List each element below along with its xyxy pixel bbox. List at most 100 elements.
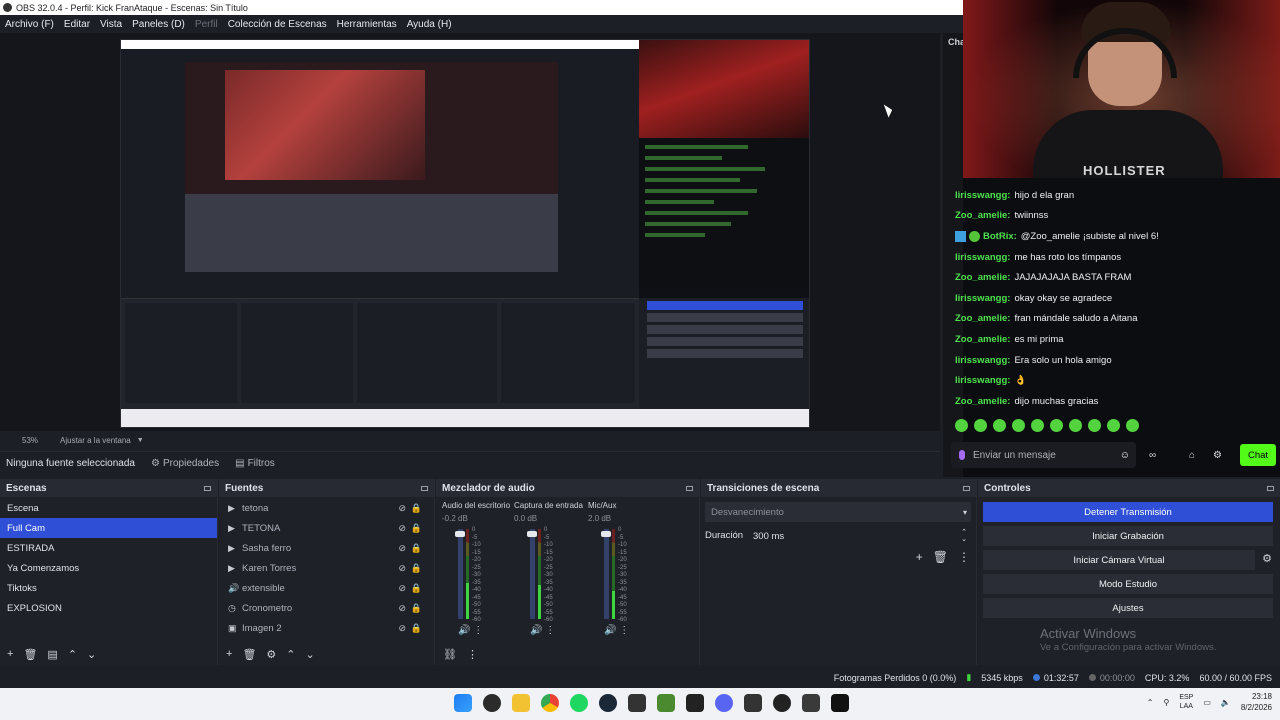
- emote-icon[interactable]: [1107, 419, 1120, 432]
- visibility-hidden-icon[interactable]: ⊘: [398, 503, 406, 514]
- lock-icon[interactable]: 🔒: [411, 543, 422, 554]
- menu-item[interactable]: Archivo (F): [0, 19, 59, 30]
- store-icon[interactable]: ⌂: [1189, 450, 1195, 461]
- spin-arrows-icon[interactable]: ⌃ ⌄: [961, 529, 967, 543]
- emote-icon[interactable]: [1012, 419, 1025, 432]
- menu-item[interactable]: Paneles (D): [127, 19, 190, 30]
- speaker-icon[interactable]: 🔊: [604, 625, 616, 636]
- emote-icon[interactable]: [993, 419, 1006, 432]
- settings-icon[interactable]: ⚙: [1213, 450, 1222, 461]
- epic-games-icon[interactable]: [686, 694, 704, 712]
- undock-icon[interactable]: [1267, 485, 1274, 491]
- chat-username[interactable]: lirisswangg:: [955, 355, 1010, 366]
- source-item[interactable]: ▶ tetona ⊘ 🔒: [219, 498, 434, 518]
- speaker-icon[interactable]: 🔊: [530, 625, 542, 636]
- chevron-down-icon[interactable]: ▼: [137, 437, 144, 444]
- more-icon[interactable]: ⋮: [542, 625, 555, 636]
- control-button[interactable]: Detener Transmisión: [983, 502, 1273, 522]
- control-button[interactable]: Modo Estudio: [983, 574, 1273, 594]
- emote-icon[interactable]: [1031, 419, 1044, 432]
- lock-icon[interactable]: 🔒: [411, 563, 422, 574]
- emote-icon[interactable]: [1069, 419, 1082, 432]
- source-item[interactable]: ▣ Imagen 2 ⊘ 🔒: [219, 618, 434, 638]
- down-icon[interactable]: ⌄: [87, 648, 96, 661]
- add-icon[interactable]: +: [916, 550, 923, 564]
- obs-icon[interactable]: [773, 694, 791, 712]
- filter-icon[interactable]: ▤: [47, 648, 57, 661]
- more-icon[interactable]: ⋮: [958, 550, 970, 564]
- add-icon[interactable]: +: [226, 648, 232, 660]
- undock-icon[interactable]: [963, 485, 970, 491]
- file-explorer-icon[interactable]: [512, 694, 530, 712]
- undock-icon[interactable]: [204, 485, 211, 491]
- volume-knob[interactable]: [601, 531, 611, 537]
- visibility-hidden-icon[interactable]: ⊘: [398, 543, 406, 554]
- undock-icon[interactable]: [421, 485, 428, 491]
- chat-username[interactable]: lirisswangg:: [955, 293, 1010, 304]
- properties-button[interactable]: ⚙ Propiedades: [143, 453, 227, 475]
- discord-icon[interactable]: [715, 694, 733, 712]
- lock-icon[interactable]: 🔒: [411, 523, 422, 534]
- trash-icon[interactable]: 🗑: [23, 648, 37, 661]
- clock[interactable]: 23:18 8/2/2026: [1241, 691, 1272, 713]
- language-indicator[interactable]: ESP LAA: [1179, 693, 1193, 711]
- scene-item[interactable]: Ya Comenzamos: [0, 558, 217, 578]
- chrome-icon[interactable]: [541, 694, 559, 712]
- emote-icon[interactable]: [1088, 419, 1101, 432]
- scene-item[interactable]: Tiktoks: [0, 578, 217, 598]
- chat-username[interactable]: Zoo_amelie:: [955, 272, 1010, 283]
- gear-icon[interactable]: ⚙: [1262, 552, 1272, 565]
- lock-icon[interactable]: 🔒: [411, 503, 422, 514]
- more-icon[interactable]: ⋮: [467, 648, 478, 661]
- windows-start-icon[interactable]: [454, 694, 472, 712]
- visibility-hidden-icon[interactable]: ⊘: [398, 523, 406, 534]
- transition-select[interactable]: Desvanecimiento ▾: [705, 502, 971, 522]
- source-item[interactable]: ▶ Karen Torres ⊘ 🔒: [219, 558, 434, 578]
- menu-item[interactable]: Herramientas: [332, 19, 402, 30]
- capcut-icon[interactable]: [831, 694, 849, 712]
- scene-item[interactable]: Escena: [0, 498, 217, 518]
- menu-item[interactable]: Vista: [95, 19, 127, 30]
- menu-item[interactable]: Colección de Escenas: [223, 19, 332, 30]
- preview-canvas[interactable]: [120, 39, 810, 428]
- chat-username[interactable]: Zoo_amelie:: [955, 210, 1010, 221]
- chat-username[interactable]: BotRix:: [983, 231, 1017, 242]
- menu-item[interactable]: Editar: [59, 19, 95, 30]
- scene-item[interactable]: ESTIRADA: [0, 538, 217, 558]
- spotify-icon[interactable]: [570, 694, 588, 712]
- emoji-icon[interactable]: ☺: [1120, 450, 1130, 461]
- chat-username[interactable]: lirisswangg:: [955, 252, 1010, 263]
- chat-username[interactable]: Zoo_amelie:: [955, 313, 1010, 324]
- chat-username[interactable]: lirisswangg:: [955, 375, 1010, 386]
- up-icon[interactable]: ⌃: [68, 648, 77, 661]
- whatsapp-icon[interactable]: [483, 694, 501, 712]
- visibility-hidden-icon[interactable]: ⊘: [398, 623, 406, 634]
- volume-slider[interactable]: [458, 529, 463, 619]
- lock-icon[interactable]: 🔒: [411, 583, 422, 594]
- volume-knob[interactable]: [455, 531, 465, 537]
- lock-icon[interactable]: 🔒: [411, 623, 422, 634]
- control-button[interactable]: Ajustes: [983, 598, 1273, 618]
- scene-item[interactable]: EXPLOSION: [0, 598, 217, 618]
- source-item[interactable]: 🔊 extensible ⊘ 🔒: [219, 578, 434, 598]
- volume-icon[interactable]: 🔈: [1221, 698, 1231, 707]
- more-icon[interactable]: ⋮: [616, 625, 629, 636]
- calculator-icon[interactable]: [802, 694, 820, 712]
- menu-item[interactable]: Ayuda (H): [402, 19, 457, 30]
- location-icon[interactable]: ⚲: [1163, 698, 1169, 707]
- emote-icon[interactable]: [974, 419, 987, 432]
- chat-username[interactable]: Zoo_amelie:: [955, 334, 1010, 345]
- chat-username[interactable]: Zoo_amelie:: [955, 396, 1010, 407]
- source-item[interactable]: ◷ Cronometro ⊘ 🔒: [219, 598, 434, 618]
- control-button[interactable]: Iniciar Cámara Virtual: [983, 550, 1255, 570]
- visibility-hidden-icon[interactable]: ⊘: [398, 603, 406, 614]
- zoom-level[interactable]: 53%: [22, 436, 38, 445]
- speaker-icon[interactable]: 🔊: [458, 625, 470, 636]
- emote-icon[interactable]: [1050, 419, 1063, 432]
- chevron-up-icon[interactable]: ⌃: [1147, 698, 1154, 707]
- chat-send-button[interactable]: Chat: [1240, 444, 1276, 466]
- scene-item[interactable]: Full Cam: [0, 518, 217, 538]
- up-icon[interactable]: ⌃: [286, 648, 295, 661]
- source-item[interactable]: ▶ Sasha ferro ⊘ 🔒: [219, 538, 434, 558]
- chat-input[interactable]: Enviar un mensaje ☺: [951, 442, 1136, 468]
